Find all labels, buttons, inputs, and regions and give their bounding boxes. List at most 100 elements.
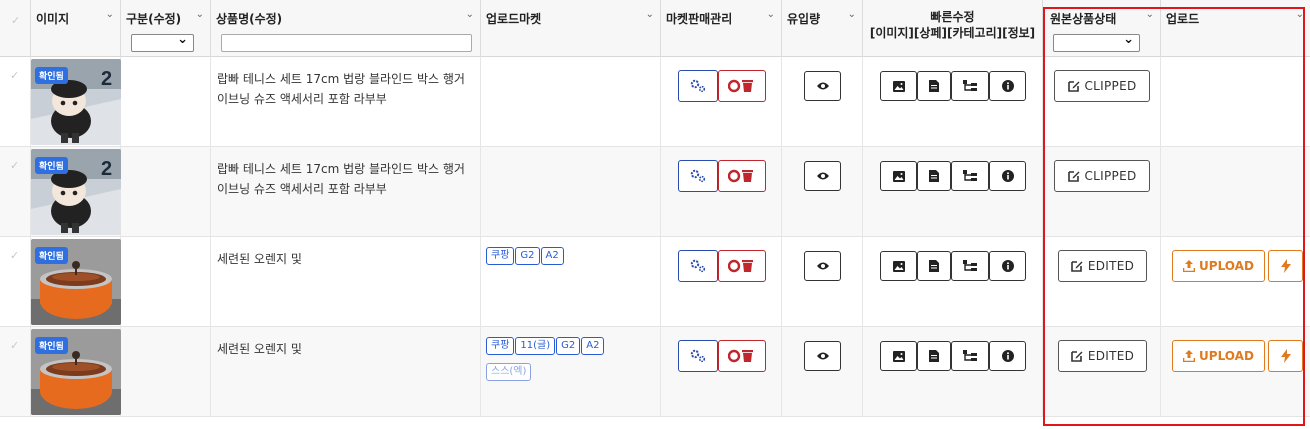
row-select[interactable]: ✓ <box>0 327 31 417</box>
image-cell: 확인됨 <box>31 327 121 417</box>
edit-info-button[interactable] <box>989 71 1026 101</box>
original-status-cell: CLIPPED <box>1043 147 1161 237</box>
edit-detail-page-button[interactable] <box>917 341 951 371</box>
name-cell[interactable]: 랍빠 테니스 세트 17cm 법랑 블라인드 박스 행거 이브닝 슈즈 액세서리… <box>211 147 481 237</box>
market-tag[interactable]: G2 <box>515 247 540 265</box>
row-select[interactable]: ✓ <box>0 147 31 237</box>
checkmark-icon: ✓ <box>10 339 20 352</box>
chevron-down-icon[interactable]: ⌄ <box>106 9 114 20</box>
edit-info-button[interactable] <box>989 251 1026 281</box>
chevron-down-icon[interactable]: ⌄ <box>767 9 775 20</box>
edit-image-button[interactable] <box>880 341 917 371</box>
market-tag[interactable]: A2 <box>540 247 564 265</box>
header-market-sales[interactable]: 마켓판매관리 ⌄ <box>661 0 782 57</box>
upload-button[interactable]: UPLOAD <box>1172 250 1265 282</box>
view-inflow-button[interactable] <box>804 341 841 371</box>
edit-detail-page-button[interactable] <box>917 251 951 281</box>
market-delete-button[interactable] <box>718 340 766 372</box>
market-settings-button[interactable] <box>678 70 718 102</box>
checkmark-icon: ✓ <box>10 159 20 172</box>
quick-edit-cell <box>863 147 1043 237</box>
view-inflow-button[interactable] <box>804 251 841 281</box>
product-name: 랍빠 테니스 세트 17cm 법랑 블라인드 박스 행거 이브닝 슈즈 액세서리… <box>217 162 465 196</box>
category-cell[interactable] <box>121 147 211 237</box>
market-delete-button[interactable] <box>718 160 766 192</box>
header-select-all[interactable]: ✓ <box>0 0 31 57</box>
chevron-down-icon[interactable]: ⌄ <box>1296 9 1304 20</box>
market-delete-button[interactable] <box>718 250 766 282</box>
header-inflow[interactable]: 유입량 ⌄ <box>782 0 863 57</box>
edit-detail-page-button[interactable] <box>917 71 951 101</box>
edit-image-button[interactable] <box>880 251 917 281</box>
chevron-down-icon[interactable]: ⌄ <box>196 9 204 20</box>
original-status-button[interactable]: CLIPPED <box>1054 160 1150 192</box>
edit-category-button[interactable] <box>951 161 989 191</box>
market-tag-pending[interactable]: 스스(엑) <box>486 363 532 381</box>
chevron-down-icon[interactable]: ⌄ <box>646 9 654 20</box>
info-icon <box>1001 80 1014 92</box>
market-settings-button[interactable] <box>678 250 718 282</box>
name-cell[interactable]: 세련된 오렌지 및 <box>211 237 481 327</box>
market-tag[interactable]: 쿠팡 <box>486 337 515 355</box>
header-category[interactable]: 구분(수정) ⌄ <box>121 0 211 57</box>
table-row[interactable]: ✓ 2 확인됨 랍빠 테니스 세트 17cm 법랑 블라인드 박스 행거 이브닝… <box>0 57 1310 147</box>
product-name: 세련된 오렌지 및 <box>217 342 302 356</box>
quick-edit-cell <box>863 57 1043 147</box>
market-tag[interactable]: A2 <box>581 337 605 355</box>
upload-button[interactable]: UPLOAD <box>1172 340 1265 372</box>
category-cell[interactable] <box>121 57 211 147</box>
quick-upload-button[interactable] <box>1268 340 1303 372</box>
chevron-down-icon[interactable]: ⌄ <box>466 9 474 20</box>
row-select[interactable]: ✓ <box>0 57 31 147</box>
category-cell[interactable] <box>121 327 211 417</box>
edit-category-button[interactable] <box>951 341 989 371</box>
category-filter-select[interactable] <box>131 32 194 52</box>
edit-image-button[interactable] <box>880 71 917 101</box>
name-cell[interactable]: 랍빠 테니스 세트 17cm 법랑 블라인드 박스 행거 이브닝 슈즈 액세서리… <box>211 57 481 147</box>
edit-image-button[interactable] <box>880 161 917 191</box>
upload-cell <box>1161 57 1310 147</box>
chevron-down-icon[interactable]: ⌄ <box>848 9 856 20</box>
table-row[interactable]: ✓ 확인됨 세련된 오렌지 및 쿠팡 G2 A2 EDITED UPLOAD <box>0 237 1310 327</box>
table-row[interactable]: ✓ 확인됨 세련된 오렌지 및 쿠팡 11(글) G2 A2 스스(엑) EDITED … <box>0 327 1310 417</box>
market-settings-button[interactable] <box>678 160 718 192</box>
quick-upload-button[interactable] <box>1268 250 1303 282</box>
original-status-button[interactable]: EDITED <box>1058 340 1147 372</box>
header-upload[interactable]: 업로드 ⌄ <box>1161 0 1310 57</box>
market-tag[interactable]: 11(글) <box>515 337 556 355</box>
product-name-filter-input[interactable] <box>221 34 472 52</box>
header-product-name[interactable]: 상품명(수정) ⌄ <box>211 0 481 57</box>
header-upload-market[interactable]: 업로드마켓 ⌄ <box>481 0 661 57</box>
market-sales-cell <box>661 327 782 417</box>
trash-icon <box>728 259 756 273</box>
edit-info-button[interactable] <box>989 161 1026 191</box>
view-inflow-button[interactable] <box>804 71 841 101</box>
edit-category-button[interactable] <box>951 71 989 101</box>
market-delete-button[interactable] <box>718 70 766 102</box>
cogs-icon <box>690 169 706 183</box>
market-tag[interactable]: 쿠팡 <box>486 247 515 265</box>
checkmark-icon: ✓ <box>10 69 20 82</box>
edit-detail-page-button[interactable] <box>917 161 951 191</box>
market-settings-button[interactable] <box>678 340 718 372</box>
inflow-cell <box>782 327 863 417</box>
edit-info-button[interactable] <box>989 341 1026 371</box>
file-icon <box>929 170 939 182</box>
name-cell[interactable]: 세련된 오렌지 및 <box>211 327 481 417</box>
edit-category-button[interactable] <box>951 251 989 281</box>
category-cell[interactable] <box>121 237 211 327</box>
original-status-button[interactable]: EDITED <box>1058 250 1147 282</box>
table-row[interactable]: ✓ 2 확인됨 랍빠 테니스 세트 17cm 법랑 블라인드 박스 행거 이브닝… <box>0 147 1310 237</box>
view-inflow-button[interactable] <box>804 161 841 191</box>
original-status-button[interactable]: CLIPPED <box>1054 70 1150 102</box>
product-name: 세련된 오렌지 및 <box>217 252 302 266</box>
header-image[interactable]: 이미지 ⌄ <box>31 0 121 57</box>
market-tag[interactable]: G2 <box>556 337 581 355</box>
upload-icon <box>1183 350 1196 362</box>
status-filter-select[interactable] <box>1053 32 1140 52</box>
chevron-down-icon[interactable]: ⌄ <box>1146 9 1154 20</box>
status-badge: 확인됨 <box>35 247 68 264</box>
header-quick-edit[interactable]: 빠른수정 [이미지][상페][카테고리][정보] <box>863 0 1043 57</box>
row-select[interactable]: ✓ <box>0 237 31 327</box>
header-original-status[interactable]: 원본상품상태 ⌄ <box>1043 0 1161 57</box>
